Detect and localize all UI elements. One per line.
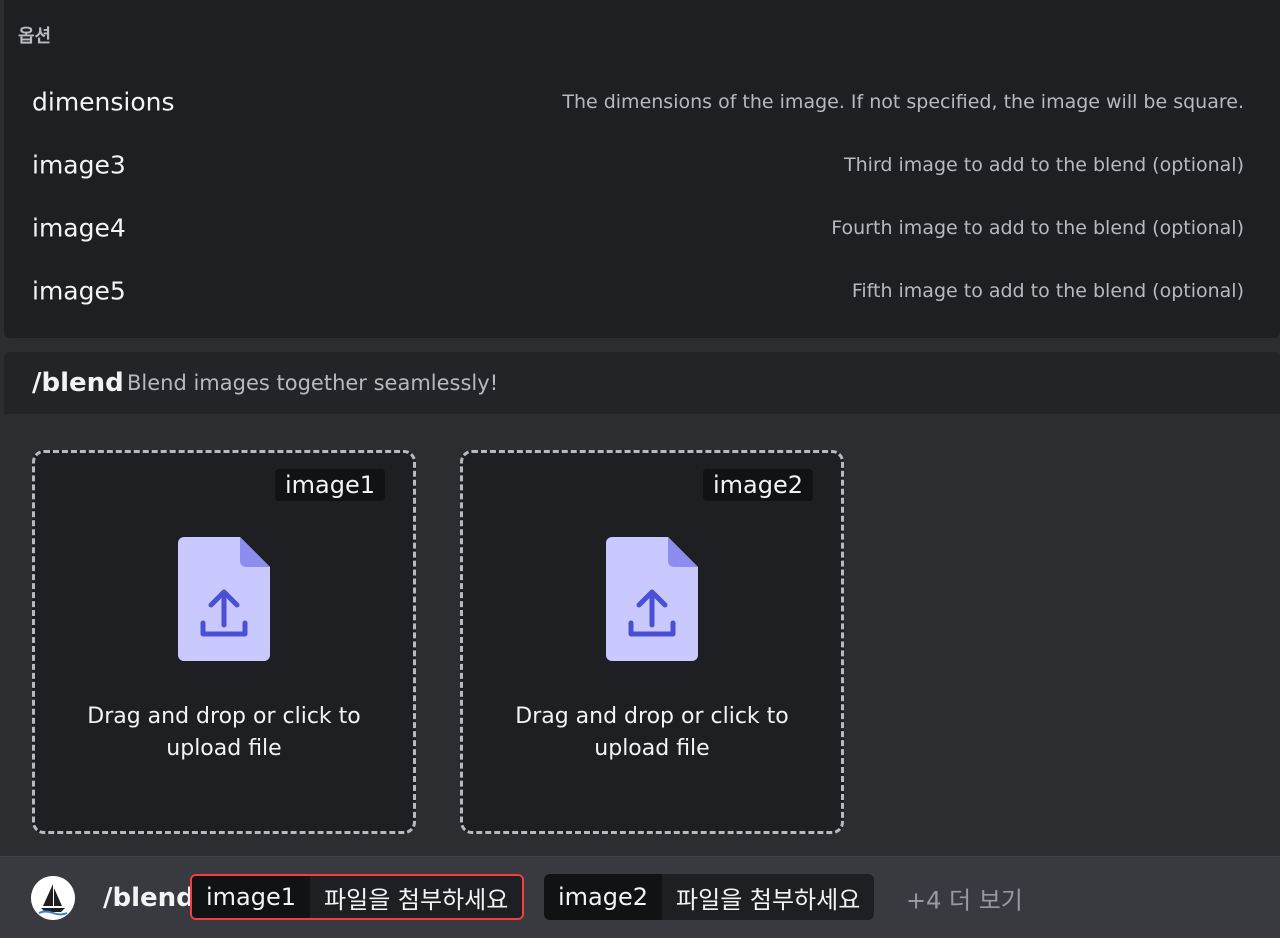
dropzone-label: image1 bbox=[274, 469, 385, 501]
command-description: Blend images together seamlessly! bbox=[127, 371, 499, 395]
option-description: Third image to add to the blend (optiona… bbox=[844, 154, 1244, 176]
param-chip-image2[interactable]: image2 파일을 첨부하세요 bbox=[544, 874, 875, 920]
command-header: /blend Blend images together seamlessly! bbox=[4, 352, 1280, 414]
option-image5[interactable]: image5 Fifth image to add to the blend (… bbox=[4, 263, 1280, 319]
option-description: Fifth image to add to the blend (optiona… bbox=[851, 280, 1244, 302]
param-name: image2 bbox=[544, 874, 663, 920]
file-upload-icon bbox=[178, 537, 270, 661]
file-upload-icon bbox=[606, 537, 698, 661]
command-name: /blend bbox=[32, 368, 124, 398]
input-command-name: /blend bbox=[103, 882, 195, 913]
command-input-bar[interactable]: /blend image1 파일을 첨부하세요 image2 파일을 첨부하세요… bbox=[0, 856, 1280, 938]
param-value: 파일을 첨부하세요 bbox=[310, 876, 523, 918]
dropzone-instructions: Drag and drop or click to upload file bbox=[515, 704, 789, 761]
option-description: Fourth image to add to the blend (option… bbox=[831, 217, 1244, 239]
option-name: image3 bbox=[32, 150, 126, 180]
dropzone-instructions: Drag and drop or click to upload file bbox=[87, 704, 361, 761]
options-header: 옵션 bbox=[18, 26, 52, 47]
option-dimensions[interactable]: dimensions The dimensions of the image. … bbox=[4, 74, 1280, 130]
option-image4[interactable]: image4 Fourth image to add to the blend … bbox=[4, 200, 1280, 256]
dropzone-image2[interactable]: image2 Drag and drop or click to upload … bbox=[460, 450, 844, 834]
dropzone-label: image2 bbox=[702, 469, 813, 501]
option-name: dimensions bbox=[32, 87, 175, 117]
param-name: image1 bbox=[192, 876, 311, 918]
option-name: image5 bbox=[32, 276, 126, 306]
upload-area: image1 Drag and drop or click to upload … bbox=[4, 414, 1280, 858]
param-chip-image1[interactable]: image1 파일을 첨부하세요 bbox=[190, 874, 525, 920]
options-panel: 옵션 dimensions The dimensions of the imag… bbox=[4, 0, 1280, 338]
param-value: 파일을 첨부하세요 bbox=[662, 874, 875, 920]
dropzone-image1[interactable]: image1 Drag and drop or click to upload … bbox=[32, 450, 416, 834]
more-options-link[interactable]: +4 더 보기 bbox=[906, 880, 1023, 915]
option-description: The dimensions of the image. If not spec… bbox=[562, 91, 1244, 113]
option-name: image4 bbox=[32, 213, 126, 243]
option-image3[interactable]: image3 Third image to add to the blend (… bbox=[4, 137, 1280, 193]
sailboat-avatar-icon bbox=[31, 876, 75, 920]
